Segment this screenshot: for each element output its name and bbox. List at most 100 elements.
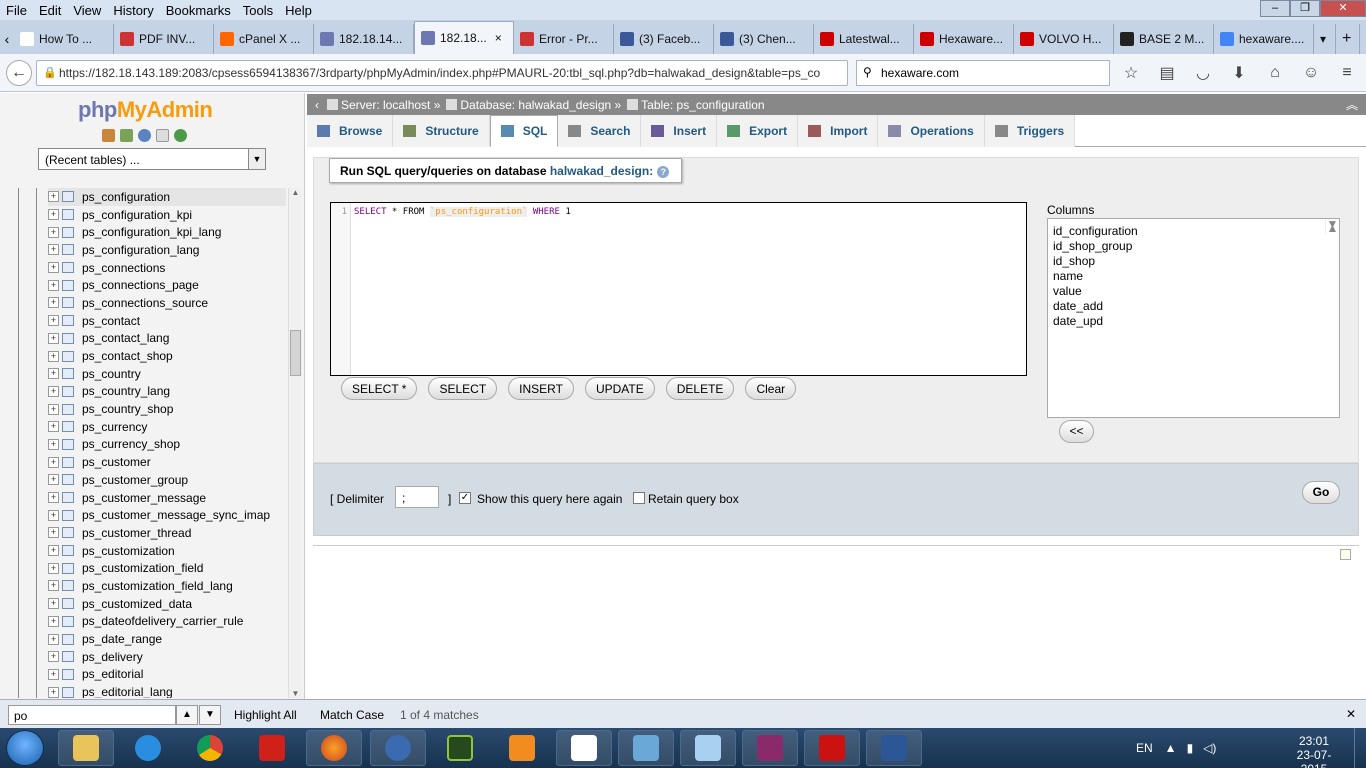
table-name[interactable]: ps_country xyxy=(82,367,141,381)
expand-icon[interactable]: + xyxy=(48,474,59,486)
expand-icon[interactable]: + xyxy=(48,368,59,380)
go-button[interactable]: Go xyxy=(1302,481,1340,504)
browser-tab[interactable]: (3) Chen... xyxy=(714,24,814,54)
taskbar-explorer[interactable] xyxy=(58,730,114,766)
find-input[interactable]: po xyxy=(8,705,176,725)
find-previous-icon[interactable]: ▲ xyxy=(176,705,198,725)
table-name[interactable]: ps_country_shop xyxy=(82,402,173,416)
table-name[interactable]: ps_contact_lang xyxy=(82,331,169,345)
tab-browse[interactable]: Browse xyxy=(307,115,394,147)
table-name[interactable]: ps_configuration_lang xyxy=(82,243,199,257)
close-window-button[interactable]: ✕ xyxy=(1320,0,1366,17)
columns-list[interactable]: id_configuration id_shop_group id_shop name… xyxy=(1047,217,1340,418)
minimize-button[interactable]: – xyxy=(1260,0,1290,17)
scroll-top-icon[interactable]: ︽ xyxy=(1346,96,1358,113)
expand-icon[interactable]: + xyxy=(48,279,59,291)
breadcrumb-table[interactable]: Table: ps_configuration xyxy=(627,98,765,112)
tree-item[interactable]: + ps_dateofdelivery_carrier_rule xyxy=(48,613,286,631)
home-icon[interactable]: ⌂ xyxy=(1262,60,1288,86)
expand-icon[interactable]: + xyxy=(48,686,59,698)
menu-edit[interactable]: Edit xyxy=(33,3,67,18)
phpmyadmin-logo[interactable]: phpMyAdmin xyxy=(78,97,213,123)
tab-sql[interactable]: SQL xyxy=(489,115,559,147)
tab-import[interactable]: Import xyxy=(798,115,879,147)
taskbar-acrobat[interactable] xyxy=(804,730,860,766)
table-name[interactable]: ps_customization_field xyxy=(82,561,203,575)
scroll-up-icon[interactable]: ▲ xyxy=(289,188,302,197)
taskbar-word[interactable] xyxy=(866,730,922,766)
column-item[interactable]: id_configuration xyxy=(1053,224,1339,239)
browser-tab[interactable]: hexaware.... xyxy=(1214,24,1314,54)
table-name[interactable]: ps_date_range xyxy=(82,632,162,646)
expand-icon[interactable]: + xyxy=(48,651,59,663)
start-button[interactable] xyxy=(6,730,44,766)
table-name[interactable]: ps_customer_message xyxy=(82,491,206,505)
column-item[interactable]: date_add xyxy=(1053,299,1339,314)
taskbar-ie[interactable] xyxy=(120,730,176,766)
docs-icon[interactable] xyxy=(156,129,169,142)
tree-item[interactable]: + ps_connections xyxy=(48,259,286,277)
chat-icon[interactable]: ☺ xyxy=(1298,60,1324,86)
table-name[interactable]: ps_delivery xyxy=(82,650,143,664)
expand-icon[interactable]: + xyxy=(48,633,59,645)
insert-column-button[interactable]: << xyxy=(1059,420,1094,443)
tree-item[interactable]: + ps_customized_data xyxy=(48,595,286,613)
taskbar-app[interactable] xyxy=(370,730,426,766)
delimiter-input[interactable]: ; xyxy=(395,486,439,508)
tree-item[interactable]: + ps_currency_shop xyxy=(48,436,286,454)
highlight-all-button[interactable]: Highlight All xyxy=(234,708,297,722)
new-tab-icon[interactable]: + xyxy=(1336,24,1360,54)
recent-tables-select[interactable]: (Recent tables) ... ▼ xyxy=(38,148,266,170)
tree-item[interactable]: + ps_customer_message xyxy=(48,489,286,507)
tree-item[interactable]: + ps_configuration_lang xyxy=(48,241,286,259)
table-name[interactable]: ps_editorial xyxy=(82,667,143,681)
reload-icon[interactable] xyxy=(174,129,187,142)
column-item[interactable]: id_shop_group xyxy=(1053,239,1339,254)
sql-insert-button[interactable]: INSERT xyxy=(508,377,574,400)
tree-item[interactable]: + ps_configuration_kpi xyxy=(48,206,286,224)
expand-icon[interactable]: + xyxy=(48,527,59,539)
tray-expand-icon[interactable]: ▲ xyxy=(1165,741,1177,755)
expand-icon[interactable]: + xyxy=(48,385,59,397)
browser-tab[interactable]: VOLVO H... xyxy=(1014,24,1114,54)
search-input[interactable]: ⚲ hexaware.com xyxy=(856,60,1110,86)
table-name[interactable]: ps_dateofdelivery_carrier_rule xyxy=(82,614,243,628)
tree-item[interactable]: + ps_currency xyxy=(48,418,286,436)
home-icon[interactable] xyxy=(102,129,115,142)
expand-icon[interactable]: + xyxy=(48,492,59,504)
table-name[interactable]: ps_customer_message_sync_imap xyxy=(82,508,270,522)
tree-item[interactable]: + ps_customer_message_sync_imap xyxy=(48,506,286,524)
scroll-thumb[interactable] xyxy=(290,330,301,376)
table-name[interactable]: ps_configuration_kpi xyxy=(82,208,192,222)
url-bar[interactable]: 🔒 https://182.18.143.189:2083/cpsess6594… xyxy=(36,60,848,86)
column-item[interactable]: value xyxy=(1053,284,1339,299)
table-name[interactable]: ps_editorial_lang xyxy=(82,685,173,698)
network-icon[interactable]: ▮ xyxy=(1187,741,1194,755)
sql-select-button[interactable]: SELECT * xyxy=(341,377,418,400)
table-name[interactable]: ps_connections_source xyxy=(82,296,208,310)
table-name[interactable]: ps_customization xyxy=(82,544,175,558)
expand-icon[interactable]: + xyxy=(48,350,59,362)
scroll-down-icon[interactable]: ▼ xyxy=(289,689,302,698)
expand-icon[interactable]: + xyxy=(48,191,59,203)
browser-tab[interactable]: 182.18... × xyxy=(414,21,514,54)
tree-item[interactable]: + ps_editorial_lang xyxy=(48,683,286,698)
expand-icon[interactable]: + xyxy=(48,315,59,327)
table-name[interactable]: ps_customer_group xyxy=(82,473,188,487)
expand-icon[interactable]: + xyxy=(48,615,59,627)
help-icon[interactable] xyxy=(138,129,151,142)
tree-item[interactable]: + ps_customization_field xyxy=(48,559,286,577)
expand-icon[interactable]: + xyxy=(48,262,59,274)
menu-view[interactable]: View xyxy=(67,3,107,18)
pocket-icon[interactable]: ◡ xyxy=(1190,60,1216,86)
collapse-icon[interactable]: ‹ xyxy=(307,98,327,112)
tree-item[interactable]: + ps_editorial xyxy=(48,666,286,684)
tree-item[interactable]: + ps_delivery xyxy=(48,648,286,666)
tree-item[interactable]: + ps_customer_thread xyxy=(48,524,286,542)
expand-icon[interactable]: + xyxy=(48,244,59,256)
tree-scrollbar[interactable]: ▲ ▼ xyxy=(288,188,302,698)
show-query-checkbox[interactable]: ✓ xyxy=(459,492,471,504)
expand-icon[interactable]: + xyxy=(48,226,59,238)
expand-icon[interactable]: + xyxy=(48,456,59,468)
sql-clear-button[interactable]: Clear xyxy=(745,377,797,400)
